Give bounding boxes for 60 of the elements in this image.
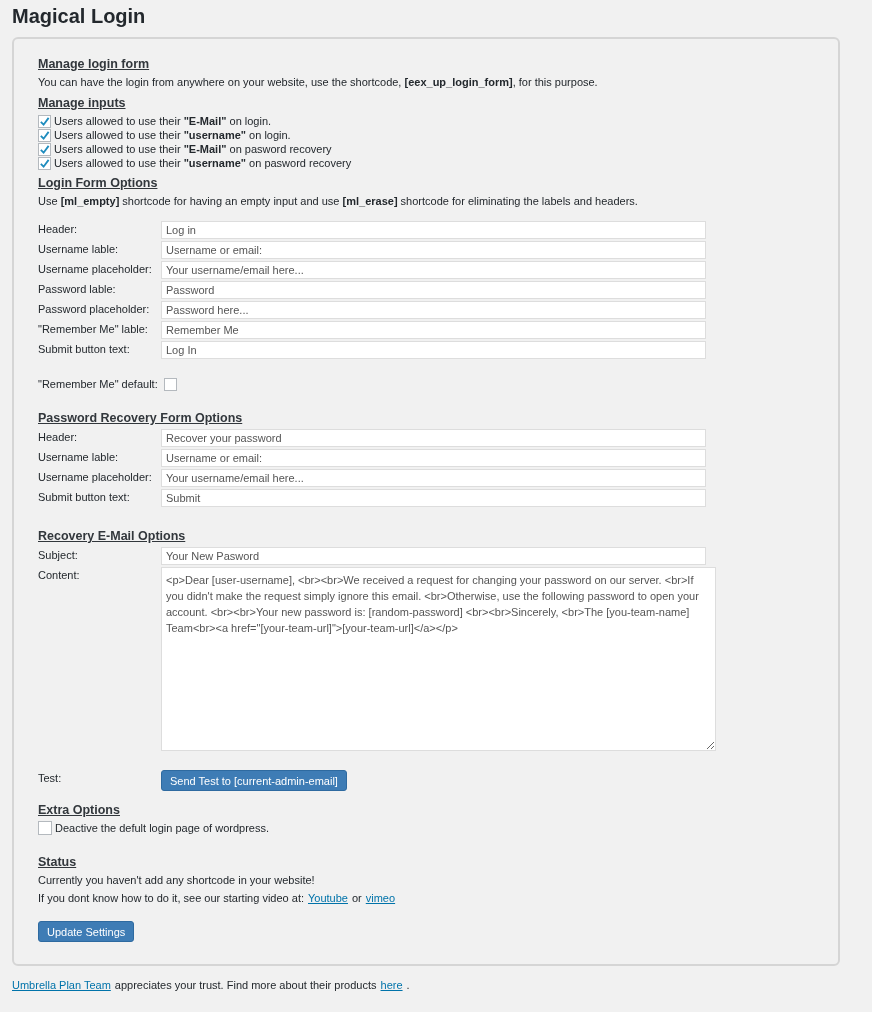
- status-text: or: [352, 891, 362, 906]
- field-label: Submit button text:: [38, 490, 131, 504]
- field-label: Username lable:: [38, 450, 120, 464]
- checkbox[interactable]: [38, 821, 52, 835]
- field-label: Submit button text:: [38, 342, 131, 356]
- text-field[interactable]: Username or email:: [161, 241, 706, 259]
- checkbox-label: Users allowed to use their "username" on login.: [54, 128, 291, 142]
- field-label: Username placeholder:: [38, 470, 153, 484]
- text-field[interactable]: Username or email:: [161, 449, 706, 467]
- checkbox-label: Deactive the defult login page of wordpress.: [55, 821, 270, 835]
- checkbox[interactable]: [38, 142, 51, 156]
- text-field[interactable]: Log in: [161, 221, 706, 239]
- checkbox[interactable]: [163, 377, 177, 391]
- field-label: Content:: [38, 568, 81, 582]
- page-title: Magical Login: [12, 4, 147, 28]
- text-field[interactable]: Recover your password: [161, 429, 706, 447]
- text-field[interactable]: Remember Me: [161, 321, 706, 339]
- description-text: Use [ml_empty] shortcode for having an empty input and use [ml_erase] shortcode for eliminating the labels and headers.: [38, 194, 639, 209]
- field-label: Password placeholder:: [38, 302, 151, 316]
- section-heading: Manage login form: [38, 56, 151, 73]
- section-heading: Recovery E-Mail Options: [38, 528, 187, 545]
- text-field[interactable]: Log In: [161, 341, 706, 359]
- text-field[interactable]: Password here...: [161, 301, 706, 319]
- field-label: "Remember Me" default:: [38, 377, 158, 391]
- field-label: Test:: [38, 771, 63, 785]
- field-label: "Remember Me" lable:: [38, 322, 149, 336]
- content-textarea[interactable]: <p>Dear [user-username], <br><br>We received a request for changing your password on our server. <br>If you didn't make the request simply ignore this email. <br>Otherwise, use the following password to open your account. <br><br>Your new password is: [random-password] <br><br>Sincerely, <br>The [you-team-name] Team<br><a href="[your-team-url]">[your-team-url]</a></p>: [161, 567, 716, 751]
- checkbox[interactable]: [38, 114, 51, 128]
- vimeo-link[interactable]: vimeo: [365, 891, 396, 906]
- field-label: Username placeholder:: [38, 262, 153, 276]
- section-heading: Manage inputs: [38, 95, 127, 112]
- products-link[interactable]: here: [380, 978, 403, 993]
- field-label: Header:: [38, 222, 79, 236]
- footer-text: .: [406, 978, 410, 993]
- youtube-link[interactable]: Youtube: [308, 891, 348, 906]
- checkbox[interactable]: [38, 128, 51, 142]
- checkbox-label: Users allowed to use their "E-Mail" on login.: [54, 114, 272, 128]
- status-text: If you dont know how to do it, see our starting video at:: [38, 891, 304, 906]
- section-heading: Login Form Options: [38, 175, 159, 192]
- field-label: Subject:: [38, 548, 79, 562]
- checkbox-label: Users allowed to use their "username" on pasword recovery: [54, 156, 352, 170]
- checkbox-label: Users allowed to use their "E-Mail" on pasword recovery: [54, 142, 332, 156]
- field-label: Username lable:: [38, 242, 120, 256]
- field-label: Header:: [38, 430, 79, 444]
- text-field[interactable]: Your username/email here...: [161, 469, 706, 487]
- footer-text: appreciates your trust. Find more about their products: [114, 978, 377, 993]
- field-label: Password lable:: [38, 282, 117, 296]
- status-text: Currently you haven't add any shortcode in your website!: [38, 873, 316, 888]
- checkbox[interactable]: [38, 156, 51, 170]
- text-field[interactable]: Password: [161, 281, 706, 299]
- update-settings-button[interactable]: Update Settings: [38, 921, 135, 942]
- team-link[interactable]: Umbrella Plan Team: [12, 978, 111, 993]
- text-field[interactable]: Your username/email here...: [161, 261, 706, 279]
- section-heading: Password Recovery Form Options: [38, 410, 244, 427]
- send-test-button[interactable]: Send Test to [current-admin-email]: [161, 770, 347, 791]
- section-heading: Extra Options: [38, 802, 121, 819]
- description-text: You can have the login from anywhere on your website, use the shortcode, [eex_up_login_form], for this purpose.: [38, 75, 599, 90]
- text-field[interactable]: Submit: [161, 489, 706, 507]
- text-field[interactable]: Your New Pasword: [161, 547, 706, 565]
- section-heading: Status: [38, 854, 78, 871]
